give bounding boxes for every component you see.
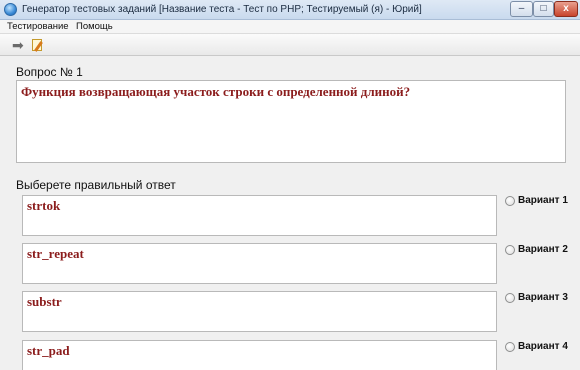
question-text: Функция возвращающая участок строки с оп… — [21, 84, 411, 99]
toolbar: ➡ — [0, 34, 580, 56]
question-text-box[interactable]: Функция возвращающая участок строки с оп… — [16, 80, 566, 163]
title-bar: Генератор тестовых заданий [Название тес… — [0, 0, 580, 20]
menu-help[interactable]: Помощь — [76, 21, 113, 32]
answer-text: strtok — [27, 198, 61, 213]
answer-text: substr — [27, 294, 62, 309]
answer-text: str_repeat — [27, 246, 84, 261]
answer-box-4[interactable]: str_pad — [22, 340, 497, 370]
variant-label: Вариант 3 — [518, 292, 568, 303]
answers-label: Выберете правильный ответ — [16, 178, 176, 192]
menu-testing[interactable]: Тестирование — [7, 21, 69, 32]
edit-document-icon[interactable] — [30, 37, 46, 53]
answer-box-1[interactable]: strtok — [22, 195, 497, 236]
radio-button[interactable] — [505, 196, 515, 206]
answer-box-2[interactable]: str_repeat — [22, 243, 497, 284]
window-title: Генератор тестовых заданий [Название тес… — [22, 4, 422, 15]
maximize-button[interactable]: □ — [533, 1, 554, 17]
radio-button[interactable] — [505, 342, 515, 352]
answer-text: str_pad — [27, 343, 70, 358]
arrow-right-icon[interactable]: ➡ — [12, 37, 28, 53]
variant-label: Вариант 4 — [518, 341, 568, 352]
variant-label: Вариант 2 — [518, 244, 568, 255]
radio-button[interactable] — [505, 293, 515, 303]
menu-bar: Тестирование Помощь — [0, 20, 580, 34]
variant-label: Вариант 1 — [518, 195, 568, 206]
minimize-button[interactable]: – — [510, 1, 533, 17]
answer-box-3[interactable]: substr — [22, 291, 497, 332]
close-button[interactable]: x — [554, 1, 578, 17]
question-number-label: Вопрос № 1 — [16, 65, 83, 79]
radio-button[interactable] — [505, 245, 515, 255]
app-icon — [4, 3, 17, 16]
